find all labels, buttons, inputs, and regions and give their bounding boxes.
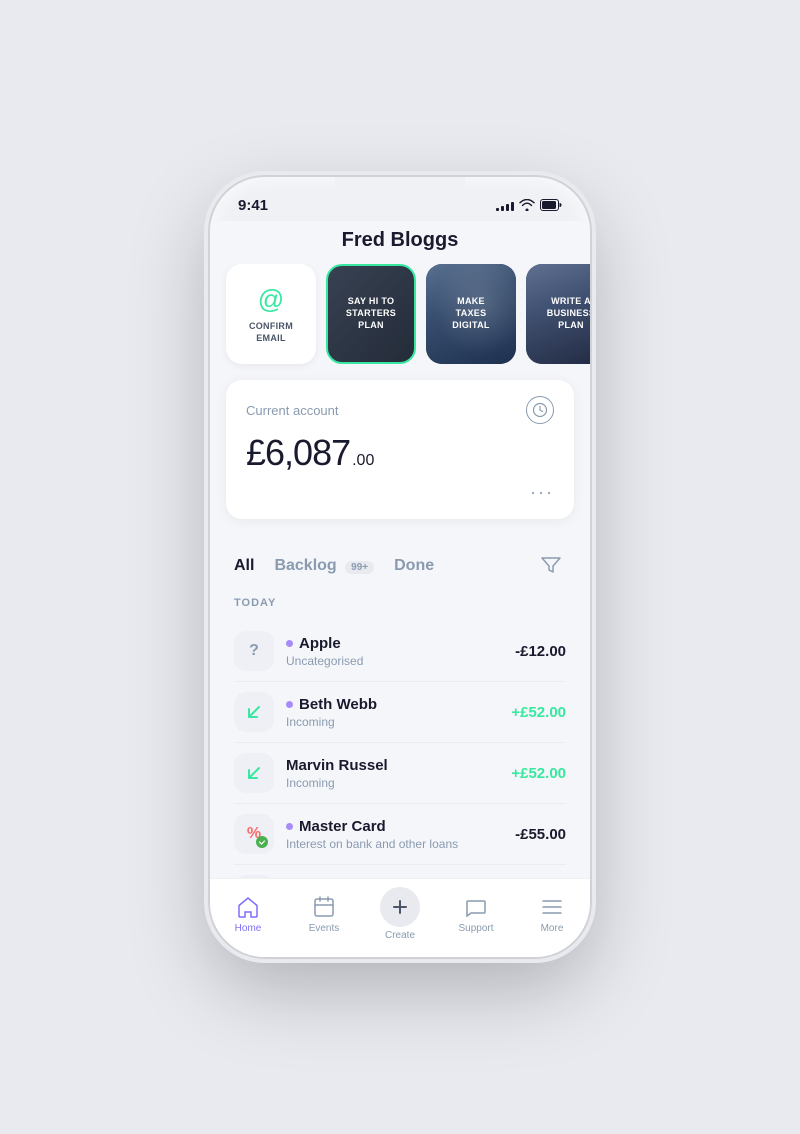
more-icon xyxy=(539,894,565,920)
balance-amount: £6,087 .00 xyxy=(246,432,554,474)
marvin-russel-icon xyxy=(234,753,274,793)
tab-all[interactable]: All xyxy=(234,557,274,575)
master-card-amount: -£55.00 xyxy=(515,826,566,843)
beth-webb-sub: Incoming xyxy=(286,715,499,729)
wifi-icon xyxy=(519,199,535,211)
status-time: 9:41 xyxy=(238,197,268,214)
home-label: Home xyxy=(235,923,262,934)
page-title: Fred Bloggs xyxy=(234,229,566,252)
apple-icon: ? xyxy=(234,631,274,671)
apple-amount: -£12.00 xyxy=(515,643,566,660)
transaction-item-apple[interactable]: ? Apple Uncategorised -£12.00 xyxy=(234,621,566,682)
master-card-dot xyxy=(286,823,293,830)
action-card-taxes-digital[interactable]: MAKE TAXES DIGITAL xyxy=(426,264,516,364)
balance-section: Current account £6,087 .00 ··· xyxy=(210,380,590,535)
notch xyxy=(335,177,465,205)
transaction-item-anglo-american[interactable]: Anglo American Mining Subcontractors -£2… xyxy=(234,865,566,878)
at-icon: @ xyxy=(258,284,284,315)
beth-webb-icon xyxy=(234,692,274,732)
apple-sub: Uncategorised xyxy=(286,654,503,668)
balance-header: Current account xyxy=(246,396,554,424)
bottom-nav: Home Events Create xyxy=(210,878,590,957)
events-label: Events xyxy=(309,923,340,934)
page-header: Fred Bloggs xyxy=(210,221,590,264)
apple-info: Apple Uncategorised xyxy=(286,635,503,668)
tabs-section: All Backlog 99+ Done xyxy=(210,535,590,589)
taxes-digital-label: MAKE TAXES DIGITAL xyxy=(442,296,500,331)
transaction-item-master-card[interactable]: % Master Card Interest on bank and other… xyxy=(234,804,566,865)
balance-main: £6,087 xyxy=(246,432,350,474)
support-label: Support xyxy=(458,923,493,934)
marvin-russel-info: Marvin Russel Incoming xyxy=(286,757,499,790)
business-plan-overlay: WRITE A BUSINESS PLAN xyxy=(534,272,590,356)
beth-webb-name: Beth Webb xyxy=(286,696,499,713)
battery-icon xyxy=(540,199,562,211)
balance-label: Current account xyxy=(246,403,339,418)
beth-webb-info: Beth Webb Incoming xyxy=(286,696,499,729)
nav-item-support[interactable]: Support xyxy=(449,894,504,934)
support-icon xyxy=(463,894,489,920)
create-button[interactable] xyxy=(380,887,420,927)
business-plan-label: WRITE A BUSINESS PLAN xyxy=(542,296,590,331)
master-card-info: Master Card Interest on bank and other l… xyxy=(286,818,503,851)
master-card-sub: Interest on bank and other loans xyxy=(286,837,503,851)
filter-icon[interactable] xyxy=(536,551,566,581)
nav-item-events[interactable]: Events xyxy=(297,894,352,934)
nav-item-home[interactable]: Home xyxy=(221,894,276,934)
master-card-name: Master Card xyxy=(286,818,503,835)
action-card-starters-plan[interactable]: SAY HI TO STARTERS PLAN xyxy=(326,264,416,364)
balance-cents: .00 xyxy=(352,452,374,470)
more-options-icon[interactable]: ··· xyxy=(530,482,554,503)
starters-plan-label: SAY HI TO STARTERS PLAN xyxy=(336,296,406,331)
quick-actions: @ CONFIRM EMAIL SAY HI TO STARTERS PLAN … xyxy=(210,264,590,380)
phone-shell: 9:41 Fred Bloggs xyxy=(210,177,590,957)
nav-item-create[interactable]: Create xyxy=(373,887,428,941)
more-label: More xyxy=(541,923,564,934)
section-date: TODAY xyxy=(234,597,566,609)
tabs-row: All Backlog 99+ Done xyxy=(234,551,566,581)
beth-webb-amount: +£52.00 xyxy=(511,704,566,721)
apple-name: Apple xyxy=(286,635,503,652)
action-card-confirm-email[interactable]: @ CONFIRM EMAIL xyxy=(226,264,316,364)
master-card-icon: % xyxy=(234,814,274,854)
taxes-digital-overlay: MAKE TAXES DIGITAL xyxy=(434,272,508,356)
backlog-badge: 99+ xyxy=(345,561,374,574)
balance-card[interactable]: Current account £6,087 .00 ··· xyxy=(226,380,574,519)
screen-content[interactable]: Fred Bloggs @ CONFIRM EMAIL SAY HI TO ST… xyxy=(210,221,590,878)
events-icon xyxy=(311,894,337,920)
nav-item-more[interactable]: More xyxy=(525,894,580,934)
confirm-email-label: CONFIRM EMAIL xyxy=(234,321,308,344)
tab-done[interactable]: Done xyxy=(394,557,454,575)
tab-backlog[interactable]: Backlog 99+ xyxy=(274,557,394,575)
create-label: Create xyxy=(385,930,415,941)
apple-dot xyxy=(286,640,293,647)
status-icons xyxy=(496,199,562,211)
marvin-russel-name: Marvin Russel xyxy=(286,757,499,774)
marvin-russel-sub: Incoming xyxy=(286,776,499,790)
master-card-check xyxy=(256,836,268,848)
balance-footer: ··· xyxy=(246,482,554,503)
home-icon xyxy=(235,894,261,920)
transactions-section: TODAY ? Apple Uncategorised -£12.00 xyxy=(210,589,590,878)
beth-webb-dot xyxy=(286,701,293,708)
transaction-item-marvin-russel[interactable]: Marvin Russel Incoming +£52.00 xyxy=(234,743,566,804)
transaction-item-beth-webb[interactable]: Beth Webb Incoming +£52.00 xyxy=(234,682,566,743)
clock-icon[interactable] xyxy=(526,396,554,424)
marvin-russel-amount: +£52.00 xyxy=(511,765,566,782)
action-card-business-plan[interactable]: WRITE A BUSINESS PLAN xyxy=(526,264,590,364)
signal-icon xyxy=(496,199,514,211)
